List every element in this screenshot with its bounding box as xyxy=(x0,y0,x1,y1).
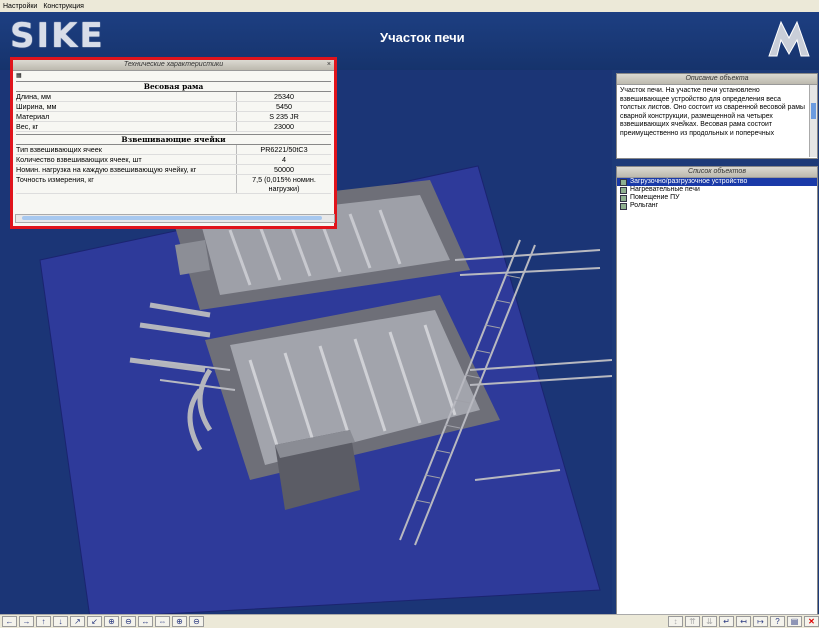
pan-down-button[interactable]: ↓ xyxy=(53,616,68,627)
table-row: Номин. нагрузка на каждую взвешивающую я… xyxy=(16,165,331,175)
object-icon xyxy=(620,186,627,194)
table-row: Материал S 235 JR xyxy=(16,112,331,122)
tech-specs-panel: Технические характеристики × ▦ Весовая р… xyxy=(10,57,337,229)
list-item-label: Загрузочно/разгрузочное устройство xyxy=(630,178,748,185)
table-row: Точность измерения, кг 7,5 (0,015% номин.… xyxy=(16,175,331,194)
page-title: Участок печи xyxy=(380,30,465,45)
bottom-toolbar: ← → ↑ ↓ ↗ ↙ ⊕ ⊖ ↔ ⇔ ⊕ ⊖ ↕ ⇈ ⇊ ↵ ↤ ↦ ? ▤ … xyxy=(0,614,819,628)
view-up-button[interactable]: ⇈ xyxy=(685,616,700,627)
scroll-thumb[interactable] xyxy=(811,103,816,119)
object-icon xyxy=(620,178,627,186)
tech-panel-title-text: Технические характеристики xyxy=(123,61,224,68)
object-list-panel: Список объектов Загрузочно/разгрузочное … xyxy=(616,166,818,616)
horizontal-scrollbar[interactable] xyxy=(15,214,335,223)
help-button[interactable]: ? xyxy=(770,616,785,627)
rotate-left-button[interactable]: ⊕ xyxy=(104,616,119,627)
sike-logo: SIKE xyxy=(10,16,105,56)
row-value: 50000 xyxy=(236,165,331,174)
row-value: PR6221/50tC3 xyxy=(236,145,331,154)
row-key: Точность измерения, кг xyxy=(16,175,94,184)
row-key: Вес, кг xyxy=(16,122,39,131)
orbit-left-button[interactable]: ↔ xyxy=(138,616,153,627)
menu-settings[interactable]: Настройки xyxy=(0,3,40,10)
list-item[interactable]: Помещение ПУ xyxy=(617,194,817,202)
return-button[interactable]: ↵ xyxy=(719,616,734,627)
list-panel-title: Список объектов xyxy=(617,167,817,178)
row-key: Ширина, мм xyxy=(16,102,57,111)
document-button[interactable]: ▤ xyxy=(787,616,802,627)
table-row: Длина, мм 25340 xyxy=(16,92,331,102)
row-value: 25340 xyxy=(236,92,331,101)
view-vertical-button[interactable]: ↕ xyxy=(668,616,683,627)
list-item-label: Нагревательные печи xyxy=(630,186,700,193)
row-key: Длина, мм xyxy=(16,92,51,101)
list-item[interactable]: Нагревательные печи xyxy=(617,186,817,194)
object-icon xyxy=(620,194,627,202)
object-description-panel: Описание объекта Участок печи. На участк… xyxy=(616,73,818,159)
close-icon[interactable]: × xyxy=(327,60,331,70)
pan-left-button[interactable]: ← xyxy=(2,616,17,627)
tilt-down-button[interactable]: ↙ xyxy=(87,616,102,627)
grid-icon: ▦ xyxy=(16,73,22,79)
next-button[interactable]: ↦ xyxy=(753,616,768,627)
row-key: Материал xyxy=(16,112,50,121)
list-panel-title-text: Список объектов xyxy=(688,168,746,175)
orbit-right-button[interactable]: ⇔ xyxy=(155,616,170,627)
list-item[interactable]: Рольганг xyxy=(617,202,817,210)
previous-button[interactable]: ↤ xyxy=(736,616,751,627)
tilt-up-button[interactable]: ↗ xyxy=(70,616,85,627)
zoom-out-button[interactable]: ⊖ xyxy=(189,616,204,627)
row-key: Номин. нагрузка на каждую взвешивающую я… xyxy=(16,165,197,174)
rotate-right-button[interactable]: ⊖ xyxy=(121,616,136,627)
pan-right-button[interactable]: → xyxy=(19,616,34,627)
row-key: Тип взвешивающих ячеек xyxy=(16,145,102,154)
list-item-label: Рольганг xyxy=(630,202,659,209)
row-value: S 235 JR xyxy=(236,112,331,121)
description-text: Участок печи. На участке печи установлен… xyxy=(620,87,805,137)
row-key: Количество взвешивающих ячеек, шт xyxy=(16,155,142,164)
vertical-scrollbar[interactable] xyxy=(809,85,817,157)
tech-panel-title: Технические характеристики × xyxy=(13,60,334,71)
menu-construction[interactable]: Конструкция xyxy=(40,3,87,10)
section-load-cells: Взвешивающие ячейки xyxy=(16,134,331,145)
zoom-in-button[interactable]: ⊕ xyxy=(172,616,187,627)
section-weight-frame: Весовая рама xyxy=(16,81,331,92)
row-value: 5450 xyxy=(236,102,331,111)
list-item-label: Помещение ПУ xyxy=(630,194,680,201)
company-logo-icon xyxy=(768,20,810,57)
table-row: Количество взвешивающих ячеек, шт 4 xyxy=(16,155,331,165)
table-row: Вес, кг 23000 xyxy=(16,122,331,132)
desc-panel-title: Описание объекта xyxy=(617,74,817,85)
row-value: 7,5 (0,015% номин. нагрузки) xyxy=(236,175,331,193)
view-down-button[interactable]: ⇊ xyxy=(702,616,717,627)
tech-panel-body: ▦ Весовая рама Длина, мм 25340 Ширина, мм… xyxy=(13,71,334,195)
pan-up-button[interactable]: ↑ xyxy=(36,616,51,627)
row-value: 23000 xyxy=(236,122,331,131)
row-value: 4 xyxy=(236,155,331,164)
list-item[interactable]: Загрузочно/разгрузочное устройство xyxy=(617,178,817,186)
table-row: Тип взвешивающих ячеек PR6221/50tC3 xyxy=(16,145,331,155)
scroll-thumb[interactable] xyxy=(22,216,322,220)
desc-panel-title-text: Описание объекта xyxy=(685,75,749,82)
close-button[interactable]: ✕ xyxy=(804,616,819,627)
table-row: Ширина, мм 5450 xyxy=(16,102,331,112)
object-icon xyxy=(620,202,627,210)
